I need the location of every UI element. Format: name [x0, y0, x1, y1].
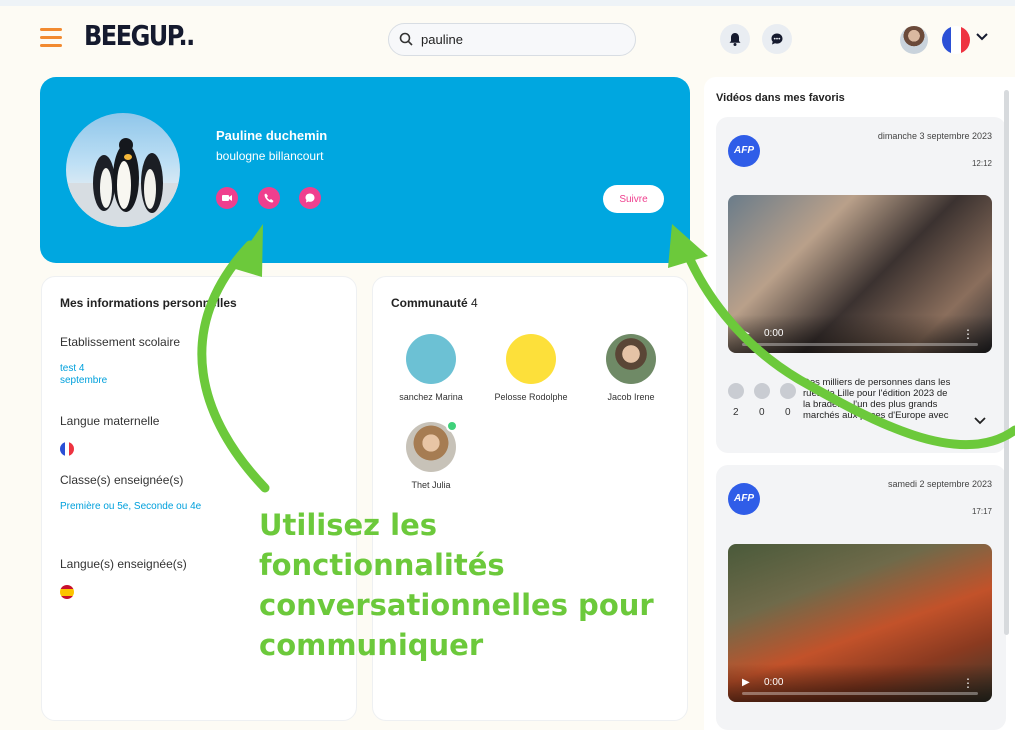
arrow-left-icon [197, 240, 270, 493]
annotation-text: Utilisez les fonctionnalités conversatio… [259, 508, 654, 662]
arrowhead-left-icon [232, 224, 263, 277]
arrowhead-right-icon [668, 224, 708, 268]
arrow-right-icon [677, 235, 1015, 450]
